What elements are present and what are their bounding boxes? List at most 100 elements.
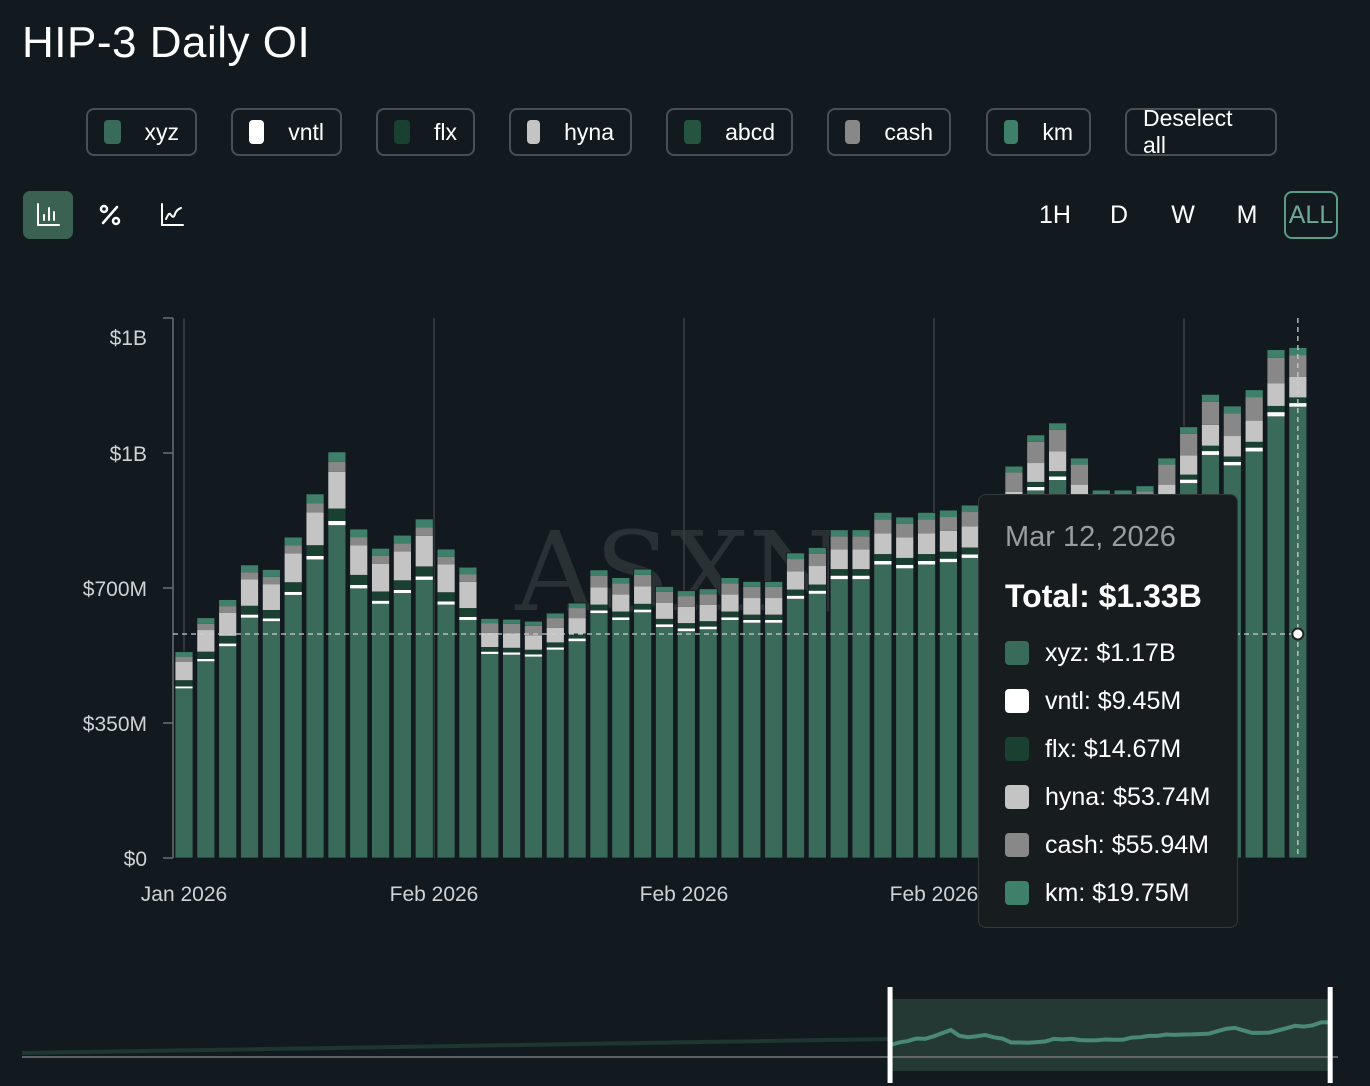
bar-stack[interactable] [414,518,434,859]
bar-stack[interactable] [720,577,740,859]
bar-stack[interactable] [939,509,958,859]
bar-segment-vntl [1201,451,1220,455]
bar-segment-km [764,581,783,587]
bar-segment-cash [764,586,783,599]
bar-segment-hyna [873,533,892,555]
bar-segment-cash [721,583,739,595]
tooltip-row: hyna: $53.74M [1005,773,1237,821]
bar-stack[interactable] [764,581,784,859]
bar-segment-cash [262,576,281,585]
bar-stack[interactable] [851,529,871,859]
bar-segment-flx [699,621,718,627]
bar-stack[interactable] [218,599,238,859]
bar-segment-xyz [546,649,565,858]
bar-stack[interactable] [371,547,390,859]
bar-segment-flx [830,569,849,576]
bar-segment-xyz [568,641,587,858]
bar-segment-cash [437,556,456,565]
bar-segment-flx [742,614,761,621]
bar-segment-flx [196,651,215,659]
bar-stack[interactable] [611,577,631,859]
bar-segment-flx [633,603,652,610]
bar-stack[interactable] [589,569,609,859]
bar-stack[interactable] [458,566,478,859]
bar-segment-km [1223,405,1242,414]
bar-stack[interactable] [567,602,587,859]
bar-stack[interactable] [327,451,347,859]
bar-stack[interactable] [305,493,325,859]
bar-stack[interactable] [480,618,500,859]
bar-stack[interactable] [917,512,936,859]
bar-segment-hyna [327,471,346,509]
bar-stack[interactable] [261,569,281,859]
bar-segment-flx [1026,481,1045,487]
bar-stack[interactable] [283,536,303,859]
bar-stack[interactable] [392,534,412,859]
bar-segment-cash [633,574,652,587]
bar-segment-hyna [961,526,980,548]
bar-segment-hyna [655,602,674,619]
tooltip-row: cash: $55.94M [1005,821,1237,869]
bar-segment-hyna [764,598,783,615]
bar-stack[interactable] [1244,389,1264,859]
bar-segment-xyz [306,559,325,858]
bar-stack[interactable] [655,586,674,859]
bar-segment-cash [1201,401,1220,425]
bar-segment-xyz [721,620,739,858]
bar-stack[interactable] [196,617,216,859]
bar-segment-km [349,528,368,538]
bar-segment-vntl [1223,461,1242,466]
bar-segment-vntl [306,555,325,560]
bar-stack[interactable] [807,547,827,859]
bar-segment-cash [349,537,368,546]
tooltip-row: flx: $14.67M [1005,725,1237,773]
bar-segment-xyz [524,656,543,858]
bar-segment-vntl [546,647,565,650]
bar-stack[interactable] [829,529,849,859]
bar-stack[interactable] [742,581,762,859]
bar-stack[interactable] [436,548,456,859]
bar-segment-vntl [196,658,215,662]
bar-segment-hyna [1245,420,1264,442]
bar-stack[interactable] [240,564,259,859]
bar-stack[interactable] [676,590,696,859]
bar-stack[interactable] [895,516,915,859]
bar-segment-vntl [655,624,674,627]
bar-segment-cash [589,575,608,588]
bar-segment-flx [371,591,390,601]
bar-segment-cash [961,512,980,527]
bar-segment-hyna [611,594,630,612]
bar-segment-hyna [415,535,434,567]
bar-segment-vntl [852,575,871,580]
bar-stack[interactable] [873,512,893,859]
bar-stack[interactable] [786,552,805,859]
bar-segment-km [677,590,696,597]
bar-segment-cash [546,618,565,628]
range-brush[interactable] [0,980,1370,1086]
bar-segment-cash [808,553,827,567]
x-tick-label: Feb 2026 [890,883,979,906]
bar-stack[interactable] [545,612,565,859]
bar-stack[interactable] [349,528,369,859]
bar-stack[interactable] [633,568,653,859]
brush-handle-left[interactable] [887,987,893,1083]
bar-segment-km [589,569,608,576]
bar-stack[interactable] [1266,349,1286,859]
brush-handle-right[interactable] [1327,987,1333,1083]
color-swatch [1005,881,1029,905]
bar-stack[interactable] [698,588,718,859]
bar-stack[interactable] [960,504,980,859]
bar-segment-vntl [917,561,936,565]
bar-segment-xyz [437,604,456,858]
bar-segment-flx [458,608,477,617]
bar-segment-flx [1245,441,1264,448]
bar-segment-km [939,510,958,518]
bar-stack[interactable] [502,618,522,859]
bar-segment-km [852,529,871,537]
tooltip-date: Mar 12, 2026 [1005,521,1176,553]
bar-segment-cash [393,543,412,552]
bar-stack[interactable] [174,651,194,859]
bar-segment-hyna [524,635,543,650]
bar-stack[interactable] [524,620,543,859]
bar-segment-flx [1267,405,1285,413]
